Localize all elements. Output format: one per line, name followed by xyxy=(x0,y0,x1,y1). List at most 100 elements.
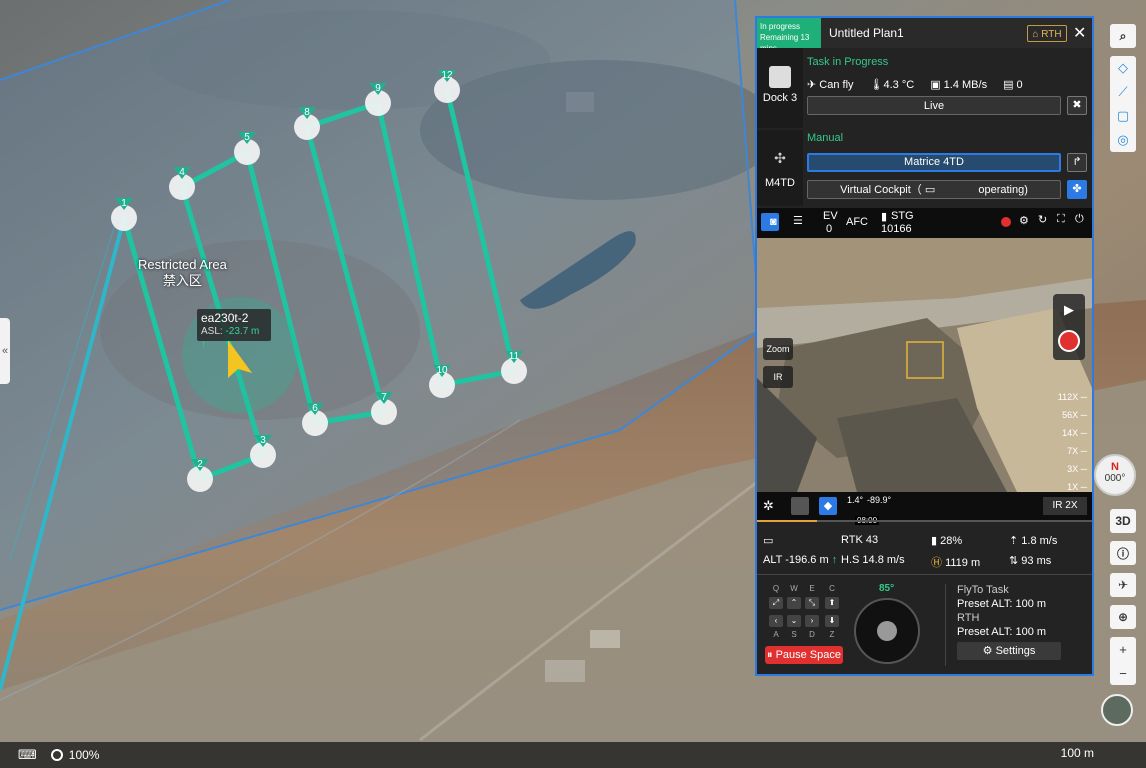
telemetry-row-2: ALT -196.6 m ↑ H.S 14.8 m/s Ⓗ 1119 m ⇅ 9… xyxy=(763,554,1051,569)
zoom-level-56X[interactable]: 56X ─ xyxy=(1047,406,1087,424)
key-label-s: S xyxy=(791,630,797,639)
sun-icon[interactable]: ✲ xyxy=(763,498,774,514)
power-icon[interactable]: ⏻ xyxy=(1075,213,1084,226)
layer-switch-button[interactable] xyxy=(1101,694,1133,726)
zoom-level-3X[interactable]: 3X ─ xyxy=(1047,460,1087,478)
can-fly: ✈ Can fly xyxy=(807,78,854,91)
key-label-e: E xyxy=(809,584,815,593)
temperature: 🌡4.3 °C xyxy=(870,78,915,91)
drone-model: M4TD xyxy=(765,177,795,189)
key-a[interactable]: ‹ xyxy=(769,615,783,627)
sliders-icon: ☰ xyxy=(793,215,803,227)
storage-icon: ▤ xyxy=(1003,79,1014,91)
draw-toolbar: ◇ ⟋ ▢ ◎ xyxy=(1110,56,1136,152)
circle-tool-button[interactable]: ◎ xyxy=(1110,128,1136,152)
camera-mode-button[interactable]: ◙ xyxy=(761,213,779,231)
key-w[interactable]: ⌃ xyxy=(787,597,801,609)
collapse-handle[interactable]: « xyxy=(0,318,10,384)
camera-feed[interactable]: Zoom IR ▶ 112X ─ 56X ─ 14X ─ 7X ─ 3X ─ 1X ─ xyxy=(757,238,1092,492)
task-status-badge: In progress Remaining 13 mins xyxy=(757,18,821,53)
afc-button[interactable]: AFC xyxy=(846,216,868,228)
aircraft-locate-button[interactable]: ✈ xyxy=(1110,573,1136,597)
key-q[interactable]: ⤢ xyxy=(769,597,783,609)
refresh-icon[interactable]: ↻ xyxy=(1038,213,1047,226)
drone-name: ea230t-2 xyxy=(201,311,249,325)
line-tool-button[interactable]: ⟋ xyxy=(1110,80,1136,104)
zoom-level-112X[interactable]: 112X ─ xyxy=(1047,388,1087,406)
video-mode-icon[interactable]: ▶ xyxy=(1053,302,1085,318)
view-3d-button[interactable]: 3D xyxy=(1110,509,1136,533)
panel-header: In progress Remaining 13 mins Untitled P… xyxy=(757,18,1092,53)
pause-button[interactable]: ⏸ Pause Space xyxy=(765,646,843,664)
waypoint-number: 12 xyxy=(441,70,453,81)
info-button[interactable]: ⓘ xyxy=(1110,541,1136,565)
settings-button[interactable]: ⚙ Settings xyxy=(957,642,1061,660)
virtual-cockpit-button[interactable]: Virtual Cockpit（ ▭ operating) xyxy=(807,180,1061,199)
key-e[interactable]: ⤡ xyxy=(805,597,819,609)
loading-ring-icon xyxy=(50,749,63,761)
polygon-tool-button[interactable]: ▢ xyxy=(1110,104,1136,128)
drone-control-button[interactable]: ✤ xyxy=(1067,180,1087,199)
flight-control-panel: In progress Remaining 13 mins Untitled P… xyxy=(755,16,1094,676)
key-label-c: C xyxy=(829,584,835,593)
control-mode: Manual xyxy=(807,132,844,144)
landscape-icon[interactable] xyxy=(791,497,809,515)
zoom-out-button[interactable]: − xyxy=(1110,661,1136,685)
fullscreen-icon[interactable]: ⛶ xyxy=(1057,213,1065,226)
live-button[interactable]: Live xyxy=(807,96,1061,115)
key-s[interactable]: ⌄ xyxy=(787,615,801,627)
ir-zoom-button[interactable]: IR 2X xyxy=(1043,497,1087,515)
timeline-bar[interactable] xyxy=(757,520,1092,522)
close-button[interactable]: ✕ xyxy=(1073,23,1086,43)
zoom-scale[interactable]: 112X ─ 56X ─ 14X ─ 7X ─ 3X ─ 1X ─ xyxy=(1047,388,1087,492)
key-z[interactable]: ⬇ xyxy=(825,615,839,627)
pause-label: Pause Space xyxy=(775,649,841,661)
rth-button[interactable]: ⌂ RTH xyxy=(1027,25,1067,42)
zoom-mode-button[interactable]: Zoom xyxy=(763,338,793,360)
battery-value: 28% xyxy=(940,535,963,547)
minus-icon: − xyxy=(1119,665,1127,681)
zoom-level-14X[interactable]: 14X ─ xyxy=(1047,424,1087,442)
thermometer-icon: 🌡 xyxy=(869,79,884,91)
diamond-icon[interactable]: ◆ xyxy=(819,497,837,515)
key-label-w: W xyxy=(790,584,798,593)
zoom-level-1X[interactable]: 1X ─ xyxy=(1047,478,1087,492)
drone-select-button[interactable]: Matrice 4TD xyxy=(807,153,1061,172)
waypoint-number: 11 xyxy=(509,351,520,362)
crosshair-icon: ⊕ xyxy=(1117,610,1129,624)
status-text: In progress xyxy=(760,22,801,31)
status-bar: ⌨ 100% xyxy=(0,742,1146,768)
dock-tools-button[interactable]: ✖ xyxy=(1067,96,1087,115)
key-d[interactable]: › xyxy=(805,615,819,627)
drone-label[interactable]: ea230t-2 ASL: -23.7 m ↑ xyxy=(197,309,271,350)
divider xyxy=(757,574,1092,575)
key-c[interactable]: ⬆ xyxy=(825,597,839,609)
storage-value: 0 xyxy=(1016,79,1023,91)
hs-label: H.S xyxy=(841,554,860,566)
compass-heading: 000° xyxy=(1104,473,1126,484)
waypoint-number: 9 xyxy=(375,83,381,94)
record-button[interactable] xyxy=(1058,330,1080,352)
gear-icon[interactable]: ⚙ xyxy=(1019,214,1029,227)
monitor-icon: ▭ xyxy=(924,184,936,196)
share-button[interactable]: ↱ xyxy=(1067,153,1087,172)
record-controls: ▶ xyxy=(1053,294,1085,360)
map-search-button[interactable]: ⌕ xyxy=(1110,24,1136,48)
waypoint-number: 1 xyxy=(121,198,127,209)
compass[interactable]: N 000° xyxy=(1094,454,1136,496)
ev-value: 0 xyxy=(826,223,833,235)
key-label-d: D xyxy=(809,630,815,639)
drone-device[interactable]: ✣ M4TD xyxy=(757,130,803,206)
propeller-icon: ✤ xyxy=(1072,183,1082,195)
heading-dial xyxy=(854,598,920,664)
flyto-alt: Preset ALT: 100 m xyxy=(957,598,1047,610)
zoom-in-button[interactable]: + xyxy=(1110,637,1136,661)
my-location-button[interactable]: ⊕ xyxy=(1110,605,1136,629)
gimbal-yaw: -89.9° xyxy=(867,495,892,505)
keyboard-icon[interactable]: ⌨ xyxy=(18,747,37,763)
pin-tool-button[interactable]: ◇ xyxy=(1110,56,1136,80)
ir-mode-button[interactable]: IR xyxy=(763,366,793,388)
rtk-value: 43 xyxy=(865,534,879,546)
dock-device[interactable]: Dock 3 xyxy=(757,48,803,128)
zoom-level-7X[interactable]: 7X ─ xyxy=(1047,442,1087,460)
